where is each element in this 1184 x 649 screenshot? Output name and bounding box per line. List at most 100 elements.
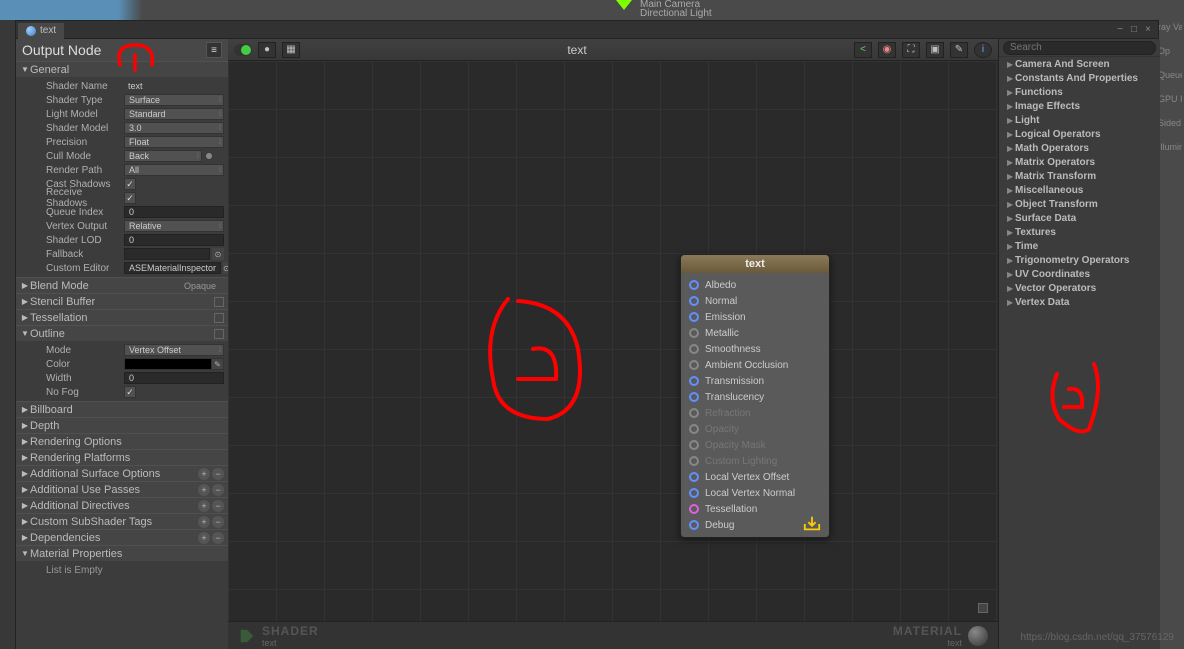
add-button[interactable]: +: [198, 500, 210, 512]
section-tessellation-header[interactable]: ▶Tessellation: [16, 309, 228, 325]
palette-category-constants-and-properties[interactable]: ▶Constants And Properties: [999, 71, 1160, 85]
port-dot-icon[interactable]: [689, 280, 699, 290]
palette-category-object-transform[interactable]: ▶Object Transform: [999, 197, 1160, 211]
remove-button[interactable]: −: [212, 484, 224, 496]
port-smoothness[interactable]: Smoothness: [689, 341, 821, 357]
port-refraction[interactable]: Refraction: [689, 405, 821, 421]
fit-button[interactable]: ▣: [926, 42, 944, 58]
download-icon[interactable]: [803, 515, 821, 531]
section-outline-header[interactable]: ▼Outline: [16, 325, 228, 341]
palette-category-vertex-data[interactable]: ▶Vertex Data: [999, 295, 1160, 309]
screenshot-button[interactable]: ◉: [878, 42, 896, 58]
property-switch-icon[interactable]: [206, 153, 212, 159]
outline-color-field[interactable]: ✎: [124, 358, 224, 370]
fallback-picker-icon[interactable]: ⊙: [212, 248, 224, 260]
outline-toggle-icon[interactable]: [214, 329, 224, 339]
section-material-props-header[interactable]: ▼Material Properties: [16, 545, 228, 561]
palette-category-trigonometry-operators[interactable]: ▶Trigonometry Operators: [999, 253, 1160, 267]
palette-category-image-effects[interactable]: ▶Image Effects: [999, 99, 1160, 113]
add-button[interactable]: +: [198, 532, 210, 544]
window-minimize-button[interactable]: −: [1114, 23, 1126, 35]
palette-category-logical-operators[interactable]: ▶Logical Operators: [999, 127, 1160, 141]
port-albedo[interactable]: Albedo: [689, 277, 821, 293]
port-dot-icon[interactable]: [689, 504, 699, 514]
outline-mode-dropdown[interactable]: Vertex Offset⁞: [124, 344, 224, 356]
palette-category-math-operators[interactable]: ▶Math Operators: [999, 141, 1160, 155]
sphere-preview-button[interactable]: ●: [258, 42, 276, 58]
port-metallic[interactable]: Metallic: [689, 325, 821, 341]
palette-category-uv-coordinates[interactable]: ▶UV Coordinates: [999, 267, 1160, 281]
section-rendering-options-header[interactable]: ▶Rendering Options: [16, 433, 228, 449]
add-button[interactable]: +: [198, 468, 210, 480]
port-dot-icon[interactable]: [689, 456, 699, 466]
clipboard-button[interactable]: ▦: [282, 42, 300, 58]
section-additional-surface-header[interactable]: ▶Additional Surface Options+−: [16, 465, 228, 481]
info-button[interactable]: i: [974, 42, 992, 58]
port-opacity[interactable]: Opacity: [689, 421, 821, 437]
eyedropper-icon[interactable]: ✎: [211, 359, 223, 369]
live-toggle[interactable]: [234, 44, 252, 56]
port-translucency[interactable]: Translucency: [689, 389, 821, 405]
focus-button[interactable]: ⛶: [902, 42, 920, 58]
queue-index-field[interactable]: 0: [124, 206, 224, 218]
port-dot-icon[interactable]: [689, 312, 699, 322]
port-dot-icon[interactable]: [689, 424, 699, 434]
section-depth-header[interactable]: ▶Depth: [16, 417, 228, 433]
render-path-dropdown[interactable]: All⁞: [124, 164, 224, 176]
shader-name-field[interactable]: text: [124, 80, 224, 92]
remove-button[interactable]: −: [212, 516, 224, 528]
port-dot-icon[interactable]: [689, 360, 699, 370]
section-custom-subshader-header[interactable]: ▶Custom SubShader Tags+−: [16, 513, 228, 529]
palette-category-time[interactable]: ▶Time: [999, 239, 1160, 253]
port-dot-icon[interactable]: [689, 328, 699, 338]
cull-mode-dropdown[interactable]: Back⁞: [124, 150, 202, 162]
port-opacity-mask[interactable]: Opacity Mask: [689, 437, 821, 453]
port-local-vertex-normal[interactable]: Local Vertex Normal: [689, 485, 821, 501]
shader-model-dropdown[interactable]: 3.0⁞: [124, 122, 224, 134]
vertex-output-dropdown[interactable]: Relative⁞: [124, 220, 224, 232]
port-dot-icon[interactable]: [689, 440, 699, 450]
port-local-vertex-offset[interactable]: Local Vertex Offset: [689, 469, 821, 485]
share-button[interactable]: <: [854, 42, 872, 58]
port-dot-icon[interactable]: [689, 488, 699, 498]
section-billboard-header[interactable]: ▶Billboard: [16, 401, 228, 417]
light-model-dropdown[interactable]: Standard⁞: [124, 108, 224, 120]
port-tessellation[interactable]: Tessellation: [689, 501, 821, 517]
palette-category-matrix-transform[interactable]: ▶Matrix Transform: [999, 169, 1160, 183]
output-node[interactable]: text AlbedoNormalEmissionMetallicSmoothn…: [680, 254, 830, 538]
section-additional-directives-header[interactable]: ▶Additional Directives+−: [16, 497, 228, 513]
cast-shadows-checkbox[interactable]: ✓: [124, 178, 136, 190]
outline-width-field[interactable]: 0: [124, 372, 224, 384]
palette-category-matrix-operators[interactable]: ▶Matrix Operators: [999, 155, 1160, 169]
custom-editor-field[interactable]: ASEMaterialInspector: [124, 262, 221, 274]
remove-button[interactable]: −: [212, 468, 224, 480]
section-blend-mode-header[interactable]: ▶Blend ModeOpaque: [16, 277, 228, 293]
palette-category-light[interactable]: ▶Light: [999, 113, 1160, 127]
port-dot-icon[interactable]: [689, 344, 699, 354]
port-dot-icon[interactable]: [689, 408, 699, 418]
precision-dropdown[interactable]: Float⁞: [124, 136, 224, 148]
section-general-header[interactable]: ▼General: [16, 61, 228, 77]
canvas-area[interactable]: ● ▦ text < ◉ ⛶ ▣ ✎ i text AlbedoNormalEm…: [228, 39, 998, 649]
remove-button[interactable]: −: [212, 532, 224, 544]
palette-category-functions[interactable]: ▶Functions: [999, 85, 1160, 99]
section-additional-use-passes-header[interactable]: ▶Additional Use Passes+−: [16, 481, 228, 497]
port-transmission[interactable]: Transmission: [689, 373, 821, 389]
outline-nofog-checkbox[interactable]: ✓: [124, 386, 136, 398]
port-debug[interactable]: Debug: [689, 517, 821, 533]
shader-type-dropdown[interactable]: Surface⁞: [124, 94, 224, 106]
port-dot-icon[interactable]: [689, 376, 699, 386]
receive-shadows-checkbox[interactable]: ✓: [124, 192, 136, 204]
port-dot-icon[interactable]: [689, 472, 699, 482]
fallback-field[interactable]: [124, 248, 210, 260]
add-button[interactable]: +: [198, 516, 210, 528]
window-maximize-button[interactable]: □: [1128, 23, 1140, 35]
cleanup-button[interactable]: ✎: [950, 42, 968, 58]
section-rendering-platforms-header[interactable]: ▶Rendering Platforms: [16, 449, 228, 465]
remove-button[interactable]: −: [212, 500, 224, 512]
wiki-button[interactable]: ≡: [206, 42, 222, 58]
port-dot-icon[interactable]: [689, 520, 699, 530]
section-dependencies-header[interactable]: ▶Dependencies+−: [16, 529, 228, 545]
palette-category-camera-and-screen[interactable]: ▶Camera And Screen: [999, 57, 1160, 71]
shader-lod-field[interactable]: 0: [124, 234, 224, 246]
